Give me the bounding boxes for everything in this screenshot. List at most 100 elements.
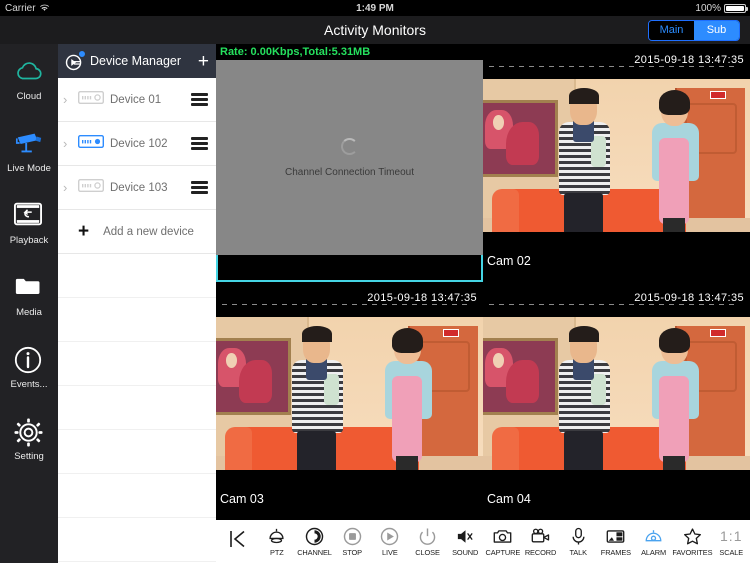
toolbar-button-capture[interactable]: CAPTURE xyxy=(484,520,522,563)
device-menu-icon[interactable] xyxy=(191,93,208,106)
dvr-icon xyxy=(77,90,105,109)
video-cell-4[interactable]: 2015-09-18 13:47:35 Cam 04 xyxy=(483,282,750,520)
toolbar-button-scale[interactable]: 1:1 SCALE xyxy=(712,520,750,563)
stream-rate-label: Rate: 0.00Kbps,Total:5.31MB xyxy=(216,44,483,60)
stop-icon xyxy=(342,526,363,547)
video-cell-3[interactable]: 2015-09-18 13:47:35 Cam 03 xyxy=(216,282,483,520)
battery-icon xyxy=(724,3,748,13)
toolbar-label-close: CLOSE xyxy=(415,548,440,557)
device-row-3[interactable]: › Device 103 xyxy=(58,166,216,210)
toolbar-label-scale: SCALE xyxy=(719,548,744,557)
plus-icon[interactable]: + xyxy=(198,52,209,71)
video-timestamp: 2015-09-18 13:47:35 xyxy=(634,292,744,304)
video-cell-1[interactable]: Rate: 0.00Kbps,Total:5.31MB Channel Conn… xyxy=(216,44,483,282)
sidebar-label-events: Events... xyxy=(10,379,48,391)
sidebar-item-playback[interactable]: Playback xyxy=(0,188,58,260)
device-menu-icon[interactable] xyxy=(191,181,208,194)
video-camera-icon xyxy=(530,526,551,547)
stream-type-toggle[interactable]: Main Sub xyxy=(648,20,740,41)
device-name: Device 103 xyxy=(110,181,168,194)
empty-row xyxy=(58,518,216,562)
photo-camera-icon xyxy=(492,526,513,547)
channel-timeout-placeholder: Channel Connection Timeout xyxy=(216,60,483,255)
gear-icon xyxy=(14,418,44,448)
toolbar-button-sound[interactable]: SOUND xyxy=(446,520,484,563)
toolbar-button-close[interactable]: CLOSE xyxy=(409,520,447,563)
device-manager-title: Device Manager xyxy=(90,54,182,68)
osd-dashed-line xyxy=(489,304,739,305)
sidebar-item-live-mode[interactable]: Live Mode xyxy=(0,116,58,188)
toolbar-label-record: RECORD xyxy=(524,548,557,557)
star-icon xyxy=(682,526,703,547)
bottom-toolbar: PTZ CHANNEL STOP LIVE CLOSE SOUND CAPTUR… xyxy=(216,520,750,563)
status-bar: Carrier 1:49 PM 100% xyxy=(0,0,750,16)
video-stream: 2015-09-18 13:47:35 Cam 03 xyxy=(216,282,483,520)
toolbar-button-record[interactable]: RECORD xyxy=(522,520,560,563)
toolbar-label-ptz: PTZ xyxy=(270,548,284,557)
sidebar-item-events[interactable]: Events... xyxy=(0,332,58,404)
device-row-1[interactable]: › Device 01 xyxy=(58,78,216,122)
sidebar-label-media: Media xyxy=(16,307,42,319)
dvr-badge-icon xyxy=(65,49,86,71)
notification-dot xyxy=(78,49,86,58)
toolbar-label-talk: TALK xyxy=(569,548,587,557)
toolbar-button-favorites[interactable]: FAVORITES xyxy=(672,520,713,563)
chevron-right-icon[interactable]: › xyxy=(63,92,72,107)
cloud-icon xyxy=(14,58,44,88)
empty-row xyxy=(58,386,216,430)
toolbar-label-capture: CAPTURE xyxy=(485,548,521,557)
sidebar-label-live-mode: Live Mode xyxy=(7,163,51,175)
empty-row xyxy=(58,254,216,298)
toolbar-label-stop: STOP xyxy=(342,548,362,557)
toolbar-button-frames[interactable]: FRAMES xyxy=(597,520,635,563)
play-icon xyxy=(379,526,400,547)
osd-dashed-line xyxy=(489,66,739,67)
toolbar-label-favorites: FAVORITES xyxy=(672,548,713,557)
dvr-icon xyxy=(77,178,105,197)
one-to-one-icon: 1:1 xyxy=(720,528,743,544)
video-frame-image xyxy=(216,317,483,470)
sidebar-label-playback: Playback xyxy=(9,235,49,247)
microphone-icon xyxy=(568,526,589,547)
device-menu-icon[interactable] xyxy=(191,137,208,150)
toolbar-button-talk[interactable]: TALK xyxy=(559,520,597,563)
sidebar-item-cloud[interactable]: Cloud xyxy=(0,44,58,116)
device-name: Device 01 xyxy=(110,93,162,106)
toolbar-button-stop[interactable]: STOP xyxy=(333,520,371,563)
sidebar-rail: Cloud Live Mode Playback Media Events...… xyxy=(0,44,58,563)
toolbar-button-ptz[interactable]: PTZ xyxy=(258,520,296,563)
app-root: Carrier 1:49 PM 100% Activity Monitors M… xyxy=(0,0,750,563)
back-to-start-button[interactable] xyxy=(216,528,258,555)
segment-main[interactable]: Main xyxy=(649,21,694,40)
sidebar-label-cloud: Cloud xyxy=(16,91,42,103)
nav-bar: Activity Monitors Main Sub xyxy=(0,16,750,44)
empty-row xyxy=(58,474,216,518)
toolbar-label-alarm: ALARM xyxy=(641,548,667,557)
channel-icon xyxy=(304,526,325,547)
empty-row xyxy=(58,298,216,342)
toolbar-label-sound: SOUND xyxy=(452,548,479,557)
segment-sub[interactable]: Sub xyxy=(694,21,739,40)
toolbar-button-live[interactable]: LIVE xyxy=(371,520,409,563)
device-row-2[interactable]: › Device 102 xyxy=(58,122,216,166)
video-frame-image xyxy=(483,79,750,232)
camera-label: Cam 04 xyxy=(487,492,531,506)
toolbar-button-channel[interactable]: CHANNEL xyxy=(296,520,334,563)
video-cell-2[interactable]: 2015-09-18 13:47:35 Cam 02 xyxy=(483,44,750,282)
sidebar-item-setting[interactable]: Setting xyxy=(0,404,58,476)
toolbar-label-channel: CHANNEL xyxy=(297,548,332,557)
plus-icon: + xyxy=(78,221,90,242)
toolbar-button-alarm[interactable]: ALARM xyxy=(635,520,673,563)
battery-percent: 100% xyxy=(695,2,721,14)
sidebar-item-media[interactable]: Media xyxy=(0,260,58,332)
sidebar-label-setting: Setting xyxy=(14,451,44,463)
alarm-camera-icon xyxy=(643,526,664,547)
empty-row xyxy=(58,430,216,474)
frames-icon xyxy=(605,526,626,547)
chevron-right-icon[interactable]: › xyxy=(63,136,72,151)
chevron-right-icon[interactable]: › xyxy=(63,180,72,195)
device-manager-panel: Device Manager + › Device 01 › Device 10… xyxy=(58,44,216,563)
playback-icon xyxy=(14,202,44,232)
add-new-device-button[interactable]: + Add a new device xyxy=(58,210,216,254)
toolbar-label-frames: FRAMES xyxy=(600,548,631,557)
